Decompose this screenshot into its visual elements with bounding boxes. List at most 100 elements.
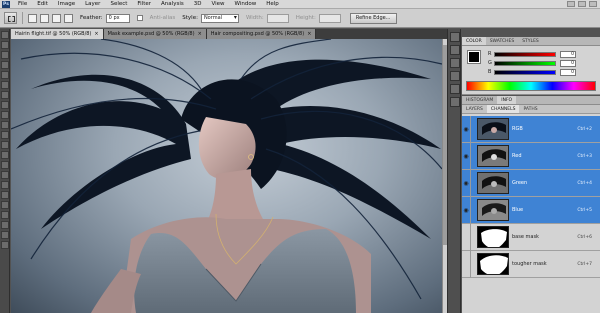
type-tool-icon[interactable]: [1, 181, 9, 189]
height-input[interactable]: [318, 13, 341, 23]
channel-row-blue[interactable]: ◉ Blue Ctrl+5: [462, 196, 600, 224]
color-spectrum-ramp[interactable]: [466, 81, 596, 91]
maximize-icon[interactable]: [578, 1, 586, 7]
close-icon[interactable]: ×: [94, 31, 98, 37]
channel-row-rgb[interactable]: ◉ RGB Ctrl+2: [462, 115, 600, 143]
history-brush-tool-icon[interactable]: [1, 121, 9, 129]
zoom-tool-icon[interactable]: [1, 221, 9, 229]
move-tool-icon[interactable]: [1, 31, 9, 39]
menu-filter[interactable]: Filter: [132, 0, 156, 9]
minimize-icon[interactable]: [567, 1, 575, 7]
subtract-selection-icon[interactable]: [52, 13, 61, 23]
red-value-input[interactable]: 0: [560, 50, 576, 58]
menu-view[interactable]: View: [206, 0, 229, 9]
channel-row-green[interactable]: ◉ Green Ctrl+4: [462, 169, 600, 197]
gradient-tool-icon[interactable]: [1, 141, 9, 149]
color-panel-tabs: Color Swatches Styles: [462, 37, 600, 46]
tab-mask-example[interactable]: Mask example.psd @ 50% (RGB/8) ×: [103, 29, 207, 39]
blue-value-input[interactable]: 0: [560, 68, 576, 76]
green-slider-row: G 0: [488, 59, 594, 67]
channel-thumbnail: [477, 118, 509, 140]
tab-color[interactable]: Color: [462, 37, 486, 45]
tab-channels[interactable]: Channels: [486, 105, 520, 113]
feather-input[interactable]: 0 px: [105, 13, 130, 23]
tab-layers[interactable]: Layers: [462, 105, 487, 113]
visibility-eye-icon[interactable]: ◉: [462, 115, 471, 143]
tab-histogram[interactable]: Histogram: [462, 96, 497, 104]
refine-edge-button[interactable]: Refine Edge...: [349, 12, 397, 24]
channel-shortcut: Ctrl+2: [577, 126, 592, 132]
marquee-tool-icon[interactable]: [1, 41, 9, 49]
paragraph-panel-icon[interactable]: [450, 97, 460, 107]
clone-source-panel-icon[interactable]: [450, 71, 460, 81]
clone-stamp-tool-icon[interactable]: [1, 111, 9, 119]
shape-tool-icon[interactable]: [1, 201, 9, 209]
channel-shortcut: Ctrl+7: [577, 261, 592, 267]
brushes-panel-icon[interactable]: [450, 58, 460, 68]
path-select-tool-icon[interactable]: [1, 191, 9, 199]
close-icon[interactable]: ×: [307, 31, 311, 37]
brush-tool-icon[interactable]: [1, 101, 9, 109]
visibility-eye-icon[interactable]: [462, 250, 471, 278]
quick-select-tool-icon[interactable]: [1, 61, 9, 69]
visibility-eye-icon[interactable]: ◉: [462, 142, 471, 170]
lasso-tool-icon[interactable]: [1, 51, 9, 59]
tab-info[interactable]: Info: [497, 96, 517, 104]
feather-label: Feather:: [80, 15, 103, 21]
channel-thumbnail: [477, 253, 509, 275]
menu-help[interactable]: Help: [261, 0, 284, 9]
menu-window[interactable]: Window: [230, 0, 262, 9]
tab-label: Mask example.psd @ 50% (RGB/8): [107, 31, 195, 37]
close-icon[interactable]: [589, 1, 597, 7]
menu-edit[interactable]: Edit: [32, 0, 53, 9]
close-icon[interactable]: ×: [198, 31, 202, 37]
pen-tool-icon[interactable]: [1, 171, 9, 179]
new-selection-icon[interactable]: [28, 13, 37, 23]
antialias-checkbox[interactable]: [136, 15, 143, 21]
menu-select[interactable]: Select: [105, 0, 132, 9]
menu-3d[interactable]: 3D: [189, 0, 207, 9]
tab-styles[interactable]: Styles: [518, 37, 543, 45]
marquee-tool-preset-icon[interactable]: [4, 12, 17, 24]
tab-paths[interactable]: Paths: [519, 105, 541, 113]
hand-tool-icon[interactable]: [1, 211, 9, 219]
height-label: Height:: [295, 15, 316, 21]
eraser-tool-icon[interactable]: [1, 131, 9, 139]
healing-tool-icon[interactable]: [1, 91, 9, 99]
green-slider[interactable]: [494, 60, 556, 66]
visibility-eye-icon[interactable]: ◉: [462, 196, 471, 224]
channel-row-red[interactable]: ◉ Red Ctrl+3: [462, 142, 600, 170]
width-input[interactable]: [266, 13, 289, 23]
visibility-eye-icon[interactable]: ◉: [462, 169, 471, 197]
add-to-selection-icon[interactable]: [40, 13, 49, 23]
style-select[interactable]: Normal: [200, 13, 239, 23]
width-label: Width:: [245, 15, 264, 21]
tab-hair-compositing[interactable]: Hair compositing.psd @ 50% (RGB/8) ×: [206, 29, 317, 39]
foreground-color-icon[interactable]: [1, 231, 9, 239]
visibility-eye-icon[interactable]: [462, 223, 471, 251]
tab-hair-in-flight[interactable]: Hairin flight.tif @ 50% (RGB/8) ×: [11, 29, 104, 39]
dodge-tool-icon[interactable]: [1, 161, 9, 169]
intersect-selection-icon[interactable]: [64, 13, 73, 23]
menu-image[interactable]: Image: [53, 0, 80, 9]
foreground-color-swatch[interactable]: [467, 50, 481, 64]
red-slider[interactable]: [494, 51, 556, 57]
blue-slider[interactable]: [494, 69, 556, 75]
tab-swatches[interactable]: Swatches: [486, 37, 519, 45]
quick-mask-icon[interactable]: [1, 241, 9, 249]
menu-analysis[interactable]: Analysis: [156, 0, 189, 9]
eyedropper-tool-icon[interactable]: [1, 81, 9, 89]
menu-layer[interactable]: Layer: [80, 0, 105, 9]
green-value-input[interactable]: 0: [560, 59, 576, 67]
menu-file[interactable]: File: [13, 0, 32, 9]
document-canvas[interactable]: [11, 39, 442, 313]
tab-label: Hair compositing.psd @ 50% (RGB/8): [210, 31, 305, 37]
tools-panel: [0, 29, 10, 313]
channel-row-tougher-mask[interactable]: tougher mask Ctrl+7: [462, 250, 600, 278]
crop-tool-icon[interactable]: [1, 71, 9, 79]
channel-row-base-mask[interactable]: base mask Ctrl+6: [462, 223, 600, 251]
actions-panel-icon[interactable]: [450, 45, 460, 55]
character-panel-icon[interactable]: [450, 84, 460, 94]
blur-tool-icon[interactable]: [1, 151, 9, 159]
history-panel-icon[interactable]: [450, 32, 460, 42]
